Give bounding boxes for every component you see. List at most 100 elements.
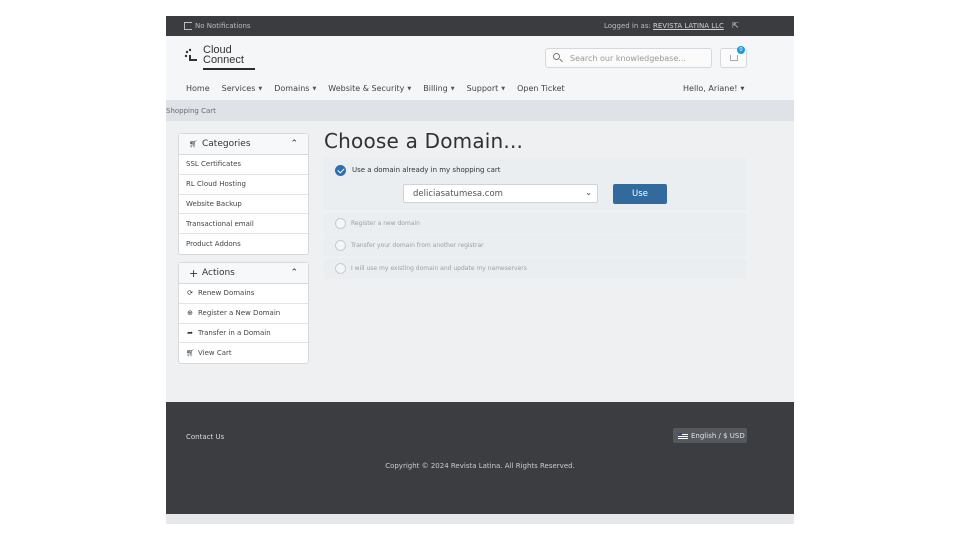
company-link[interactable]: REVISTA LATINA LLC [653, 22, 724, 30]
sidebar-item-transactional-email[interactable]: Transactional email [179, 214, 308, 235]
sidebar-item-label: Transactional email [186, 219, 254, 228]
option-use-existing: Use a domain already in my shopping cart… [324, 158, 747, 210]
nav-services-label: Services [221, 84, 256, 93]
main-nav: Home Services ▼ Domains ▼ Website & Securi… [186, 84, 577, 93]
sidebar-item-register-domain[interactable]: ⊕ Register a New Domain [179, 304, 308, 324]
cart-icon: 🛒︎ [186, 349, 195, 358]
nav-open-ticket-label: Open Ticket [517, 84, 565, 93]
sidebar-item-label: Transfer in a Domain [198, 328, 271, 337]
domain-select[interactable]: deliciasatumesa.com ⌄ [403, 184, 598, 203]
sidebar-item-view-cart[interactable]: 🛒︎ View Cart [179, 343, 308, 363]
checked-radio-icon[interactable] [335, 165, 346, 176]
breadcrumb: Shopping Cart [166, 100, 794, 121]
share-icon: ➦ [187, 328, 193, 337]
chevron-up-icon[interactable]: ⌃ [290, 268, 298, 278]
page-title: Choose a Domain... [324, 129, 524, 153]
radio-button[interactable] [335, 263, 346, 274]
logged-in-label: Logged in as: [604, 22, 651, 30]
option-existing-nameservers[interactable]: I will use my existing domain and update… [324, 258, 747, 279]
search-icon[interactable] [553, 53, 560, 60]
search-box [545, 48, 712, 68]
copyright-text: Copyright © 2024 Revista Latina. All Rig… [385, 462, 575, 470]
nav-services[interactable]: Services ▼ [222, 84, 263, 93]
notifications-label: No Notifications [195, 22, 251, 30]
bottom-strip [166, 514, 794, 524]
logo[interactable]: Cloud Connect [184, 44, 255, 72]
radio-button[interactable] [335, 218, 346, 229]
option-register-new[interactable]: Register a new domain [324, 213, 747, 234]
sidebar-item-label: View Cart [198, 349, 232, 358]
caret-down-icon: ▼ [258, 85, 263, 92]
nav-domains-label: Domains [274, 84, 310, 93]
categories-header[interactable]: 🛒︎ Categories ⌃ [179, 134, 308, 155]
sidebar-item-label: Register a New Domain [198, 309, 281, 318]
cart-icon: 🛒︎ [189, 140, 198, 148]
sidebar-item-label: Product Addons [186, 240, 241, 249]
option-use-existing-label[interactable]: Use a domain already in my shopping cart [352, 166, 500, 174]
user-menu[interactable]: Hello, Ariane! ▼ [683, 84, 744, 93]
logo-underline [203, 68, 255, 70]
nav-home-label: Home [186, 84, 210, 93]
user-greeting: Hello, Ariane! [683, 84, 738, 93]
option-existing-nameservers-label: I will use my existing domain and update… [351, 265, 527, 272]
logo-mark-icon [184, 48, 197, 61]
refresh-icon: ⟳ [187, 289, 193, 298]
breadcrumb-shopping-cart[interactable]: Shopping Cart [166, 107, 216, 115]
option-transfer[interactable]: Transfer your domain from another regist… [324, 235, 747, 256]
caret-down-icon: ▼ [740, 85, 745, 92]
nav-home[interactable]: Home [186, 84, 210, 93]
sidebar-item-label: Renew Domains [198, 289, 255, 298]
site-footer: Contact Us English / $ USD Copyright © 2… [166, 402, 794, 514]
language-currency-button[interactable]: English / $ USD [673, 428, 747, 443]
nav-billing-label: Billing [423, 84, 448, 93]
top-bar: No Notifications Logged in as: REVISTA L… [166, 16, 794, 36]
sidebar-item-transfer-domain[interactable]: ➦ Transfer in a Domain [179, 324, 308, 344]
search-input[interactable] [570, 52, 708, 64]
sidebar-item-website-backup[interactable]: Website Backup [179, 195, 308, 215]
contact-us-link[interactable]: Contact Us [186, 433, 224, 441]
categories-panel: 🛒︎ Categories ⌃ SSL Certificates RL Clou… [178, 133, 309, 255]
notifications-link[interactable]: No Notifications [184, 22, 251, 30]
cart-button[interactable]: 0 [720, 46, 747, 68]
sidebar-item-rl-cloud-hosting[interactable]: RL Cloud Hosting [179, 175, 308, 195]
cart-icon [730, 55, 738, 61]
actions-header[interactable]: + Actions ⌃ [179, 263, 308, 284]
caret-down-icon: ▼ [450, 85, 455, 92]
nav-website-security-label: Website & Security [328, 84, 405, 93]
cart-count-badge: 0 [737, 46, 745, 54]
categories-title: Categories [202, 139, 251, 149]
domain-select-value: deliciasatumesa.com [413, 189, 503, 199]
option-register-new-label: Register a new domain [351, 220, 420, 227]
sidebar-item-label: RL Cloud Hosting [186, 180, 246, 189]
us-flag-icon [678, 432, 688, 439]
nav-support[interactable]: Support ▼ [467, 84, 505, 93]
actions-title: Actions [202, 268, 235, 278]
site-header: Cloud Connect 0 Home Services▼ Domains▼ … [166, 36, 794, 100]
caret-down-icon: ▼ [407, 85, 412, 92]
flag-icon [184, 22, 192, 30]
nav-website-security[interactable]: Website & Security ▼ [328, 84, 411, 93]
globe-icon: ⊕ [187, 309, 193, 318]
caret-down-icon: ▼ [312, 85, 317, 92]
sidebar-item-label: Website Backup [186, 199, 242, 208]
sidebar-item-product-addons[interactable]: Product Addons [179, 234, 308, 254]
nav-support-label: Support [466, 84, 499, 93]
sidebar-item-ssl-certificates[interactable]: SSL Certificates [179, 155, 308, 175]
actions-panel: + Actions ⌃ ⟳ Renew Domains ⊕ Register a N… [178, 262, 309, 365]
logo-text-connect: Connect [203, 54, 244, 66]
nav-domains[interactable]: Domains ▼ [274, 84, 316, 93]
sidebar-item-renew-domains[interactable]: ⟳ Renew Domains [179, 284, 308, 304]
radio-button[interactable] [335, 240, 346, 251]
chevron-down-icon: ⌄ [585, 188, 592, 197]
plus-icon: + [189, 266, 199, 280]
caret-down-icon: ▼ [501, 85, 506, 92]
option-transfer-label: Transfer your domain from another regist… [351, 242, 484, 249]
browser-page: No Notifications Logged in as: REVISTA L… [166, 16, 794, 524]
sidebar-item-label: SSL Certificates [186, 160, 242, 169]
nav-open-ticket[interactable]: Open Ticket [517, 84, 565, 93]
nav-billing[interactable]: Billing ▼ [423, 84, 454, 93]
language-currency-label: English / $ USD [691, 431, 745, 440]
chevron-up-icon[interactable]: ⌃ [290, 139, 298, 149]
pin-icon[interactable]: ⇱ [732, 21, 739, 30]
use-button[interactable]: Use [613, 184, 667, 204]
